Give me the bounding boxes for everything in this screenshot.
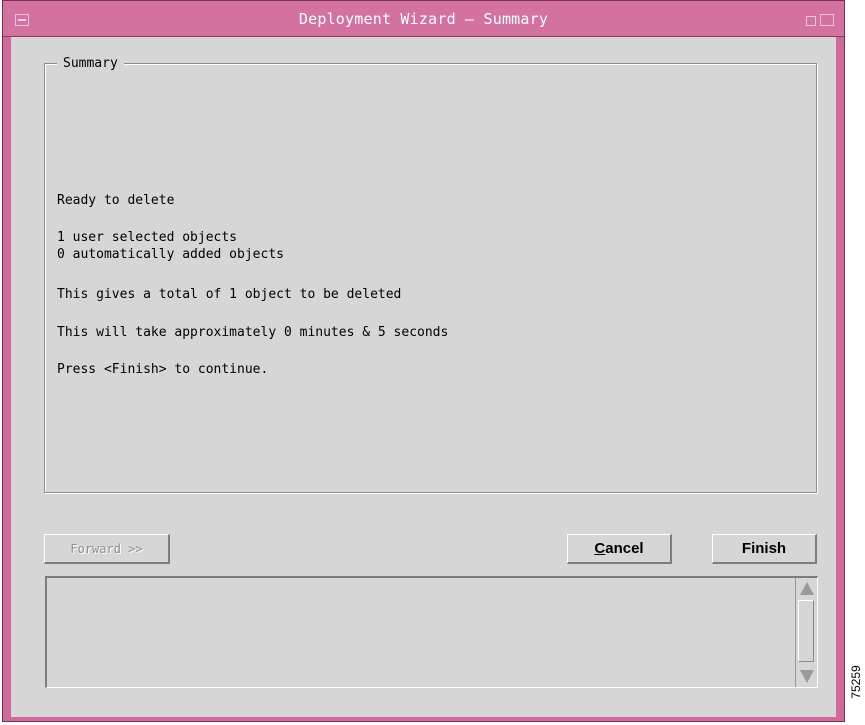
forward-button-label: Forward >> (70, 541, 143, 556)
figure-id: 75259 (848, 641, 864, 725)
figure-id-text: 75259 (849, 665, 863, 699)
message-log-area[interactable] (45, 576, 818, 688)
wizard-content: Summary Ready to delete 1 user selected … (11, 37, 836, 717)
scroll-down-icon[interactable] (798, 668, 815, 685)
cancel-button-label: ancel (605, 540, 644, 557)
title-bar[interactable]: Deployment Wizard — Summary (3, 1, 844, 37)
summary-groupbox: Summary Ready to delete 1 user selected … (44, 56, 817, 493)
summary-line-ready: Ready to delete (57, 193, 175, 208)
forward-button[interactable]: Forward >> (44, 534, 170, 564)
summary-group-label: Summary (57, 56, 124, 71)
window-frame-right[interactable] (836, 1, 844, 721)
window-frame-left[interactable] (3, 1, 11, 721)
finish-button[interactable]: Finish (712, 534, 817, 564)
minimize-icon[interactable] (806, 16, 816, 26)
finish-button-label: Finish (741, 540, 787, 557)
cancel-button[interactable]: Cancel (567, 534, 672, 564)
window-title: Deployment Wizard — Summary (298, 10, 549, 28)
summary-line-auto-added: 0 automatically added objects (57, 247, 284, 262)
wizard-window: Deployment Wizard — Summary Summary Read… (2, 0, 845, 722)
summary-line-total: This gives a total of 1 object to be del… (57, 287, 402, 302)
maximize-icon[interactable] (820, 14, 834, 26)
summary-line-instruction: Press <Finish> to continue. (57, 362, 269, 377)
summary-line-user-selected: 1 user selected objects (57, 230, 238, 245)
scroll-up-icon[interactable] (798, 580, 815, 597)
scroll-thumb[interactable] (798, 600, 814, 662)
cancel-mnemonic: C (594, 540, 606, 557)
summary-line-duration: This will take approximately 0 minutes &… (57, 325, 449, 340)
log-scrollbar[interactable] (795, 578, 817, 687)
